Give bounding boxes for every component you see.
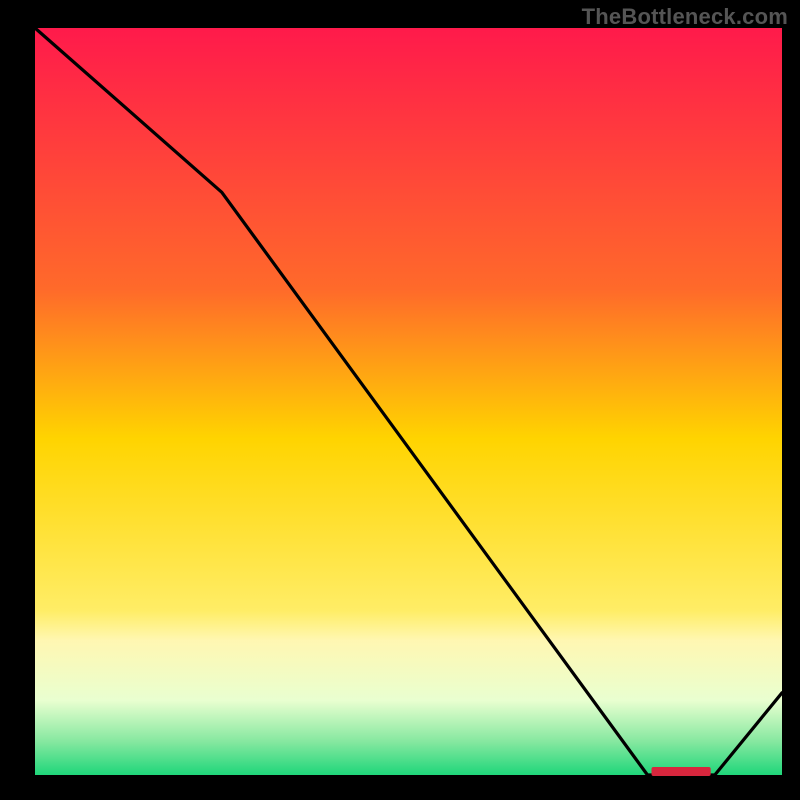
attribution-text: TheBottleneck.com <box>582 4 788 30</box>
series-marker <box>652 767 711 776</box>
plot-background <box>35 28 782 775</box>
chart-svg <box>0 0 800 800</box>
chart-frame: TheBottleneck.com <box>0 0 800 800</box>
